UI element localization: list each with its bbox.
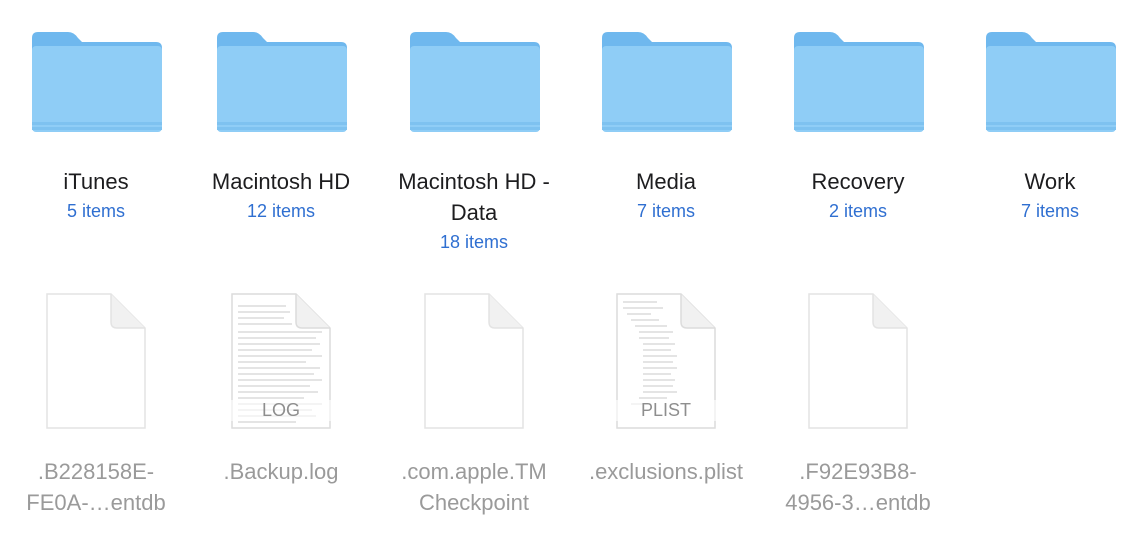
- file-item[interactable]: .F92E93B8-4956-3…entdb: [762, 292, 954, 518]
- blank-document-icon: [803, 292, 913, 432]
- blank-document-icon: [41, 292, 151, 432]
- folder-media[interactable]: Media 7 items: [570, 0, 762, 225]
- file-type-badge: LOG: [226, 400, 336, 421]
- folder-name: Work: [1024, 169, 1076, 194]
- file-item[interactable]: PLIST .exclusions.plist: [570, 292, 762, 487]
- log-document-icon: LOG: [226, 292, 336, 432]
- folder-name: Media: [636, 169, 696, 194]
- folder-name: Macintosh HD - Data: [398, 169, 550, 225]
- folder-item-count: 2 items: [828, 201, 888, 221]
- file-item[interactable]: LOG .Backup.log: [185, 292, 377, 487]
- folder-name: iTunes: [63, 169, 129, 194]
- file-name: .F92E93B8-4956-3…entdb: [785, 459, 931, 515]
- folder-name: Recovery: [811, 169, 905, 194]
- file-name: .exclusions.plist: [588, 459, 744, 484]
- folder-item-count: 12 items: [246, 201, 316, 221]
- file-name: .com.apple.TMCheckpoint: [401, 459, 547, 515]
- folder-icon: [28, 28, 164, 138]
- folder-item-count: 5 items: [66, 201, 126, 221]
- file-item[interactable]: .B228158E-FE0A-…entdb: [0, 292, 192, 518]
- file-name: .B228158E-FE0A-…entdb: [26, 459, 166, 515]
- folder-icon: [598, 28, 734, 138]
- plist-document-icon: PLIST: [611, 292, 721, 432]
- file-name: .Backup.log: [223, 459, 339, 484]
- folder-icon: [790, 28, 926, 138]
- folder-icon: [213, 28, 349, 138]
- blank-document-icon: [419, 292, 529, 432]
- folder-macintosh-hd-data[interactable]: Macintosh HD - Data 18 items: [378, 0, 570, 256]
- folder-icon: [406, 28, 542, 138]
- file-item[interactable]: .com.apple.TMCheckpoint: [378, 292, 570, 518]
- file-type-badge: PLIST: [611, 400, 721, 421]
- folder-item-count: 18 items: [439, 232, 509, 252]
- folder-work[interactable]: Work 7 items: [954, 0, 1146, 225]
- folder-icon: [982, 28, 1118, 138]
- folder-item-count: 7 items: [1020, 201, 1080, 221]
- folder-item-count: 7 items: [636, 201, 696, 221]
- folder-recovery[interactable]: Recovery 2 items: [762, 0, 954, 225]
- folder-macintosh-hd[interactable]: Macintosh HD 12 items: [185, 0, 377, 225]
- folder-itunes[interactable]: iTunes 5 items: [0, 0, 192, 225]
- folder-name: Macintosh HD: [211, 169, 351, 194]
